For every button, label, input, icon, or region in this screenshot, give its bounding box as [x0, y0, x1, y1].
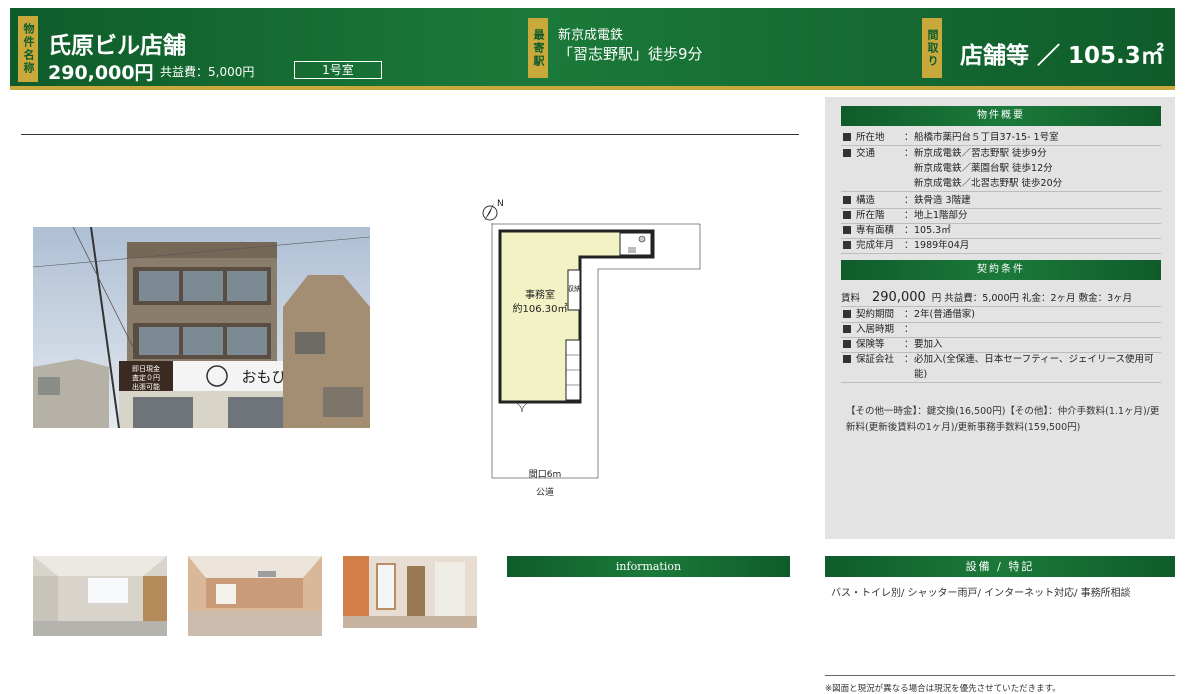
road-label: 公道 [536, 486, 554, 498]
station-name: 「習志野駅」徒歩9分 [558, 45, 703, 63]
contract-row: 入居時期： [841, 322, 1161, 338]
room-area-label: 約106.30㎡ [513, 302, 568, 315]
north-arrow-icon: N [482, 199, 504, 221]
layout-area: 店舗等 ／ 105.3㎡ [960, 43, 1164, 69]
bullet-square-icon [843, 241, 851, 249]
contract-row: 保証会社：必加入(全保連、日本セーフティー、ジェイリース使用可能) [841, 352, 1161, 383]
overview-row: 構造：鉄骨造 3階建 [841, 193, 1161, 209]
interior-photo-1 [33, 556, 167, 636]
sign-line-2: 査定０円 [132, 373, 160, 382]
bullet-square-icon [843, 149, 851, 157]
contract-row: 契約期間： 2年(普通借家) [841, 307, 1161, 323]
interior-photo-2 [188, 556, 322, 636]
bullet-square-icon [843, 325, 851, 333]
sign-line-3: 出張可能 [132, 382, 160, 391]
bullet-square-icon [843, 340, 851, 348]
rent-line: 賃料 290,000 円 共益費：5,000円 礼金：2ヶ月 敷金：3ヶ月 [841, 290, 1161, 307]
room-label: 事務室 [525, 288, 555, 301]
overview-row: 交通：新京成電鉄／習志野駅 徒歩9分 [841, 146, 1161, 161]
contract-row: 保険等：要加入 [841, 337, 1161, 353]
footnote: ※図面と現況が異なる場合は現況を優先させていただきます。 [825, 684, 1061, 694]
north-label: N [497, 199, 504, 209]
equipment-heading: 設備 / 特記 [825, 556, 1175, 577]
label-layout: 間取り [922, 18, 942, 78]
sign-line-1: 即日現金 [132, 364, 160, 373]
overview-row: 所在階：地上1階部分 [841, 208, 1161, 224]
common-fee: 共益費：5,000円 [160, 65, 255, 79]
contract-heading: 契約条件 [841, 260, 1161, 280]
bullet-square-icon [843, 226, 851, 234]
other-fees-text: 【その他一時金】：鍵交換(16,500円)【その他】：仲介手数料(1.1ヶ月)/… [846, 406, 1160, 433]
overview-row: 新京成電鉄／北習志野駅 徒歩20分 [841, 176, 1161, 192]
floor-plan: N 収納 事務室 約106.30㎡ 間口6m 公道 [470, 195, 710, 505]
rent-price: 290,000円 [48, 62, 154, 84]
station-line: 新京成電鉄 [558, 28, 624, 43]
overview-row: 所在地：船橋市薬円台５丁目37-15- 1号室 [841, 130, 1161, 146]
bullet-square-icon [843, 196, 851, 204]
bullet-square-icon [843, 310, 851, 318]
frontage-label: 間口6m [529, 469, 562, 480]
divider-line [825, 675, 1175, 676]
bullet-square-icon [843, 133, 851, 141]
overview-row: 完成年月： 1989年04月 [841, 238, 1161, 254]
header-banner: 物件名称 氏原ビル店舗 290,000円 共益費：5,000円 1号室 最寄駅 … [10, 8, 1175, 90]
overview-row: 新京成電鉄／薬園台駅 徒歩12分 [914, 163, 1053, 174]
building-photo: 即日現金 査定０円 出張可能 おもひで屋 [33, 227, 370, 428]
label-nearest-station: 最寄駅 [528, 18, 548, 78]
property-title: 氏原ビル店舗 [48, 33, 186, 59]
storage-label: 収納 [567, 284, 581, 293]
label-property-name: 物件名称 [18, 16, 38, 82]
overview-row: 専有面積： 105.3㎡ [841, 223, 1161, 239]
interior-photo-3 [343, 556, 477, 628]
rent-amount: 290,000 [872, 290, 926, 305]
divider-line [21, 134, 799, 135]
room-number: 1号室 [294, 61, 382, 79]
overview-heading: 物件概要 [841, 106, 1161, 126]
bullet-square-icon [843, 211, 851, 219]
bullet-square-icon [843, 355, 851, 363]
information-heading: information [507, 556, 790, 577]
equipment-text: バス・トイレ別/ シャッター雨戸/ インターネット対応/ 事務所相談 [831, 588, 1131, 599]
